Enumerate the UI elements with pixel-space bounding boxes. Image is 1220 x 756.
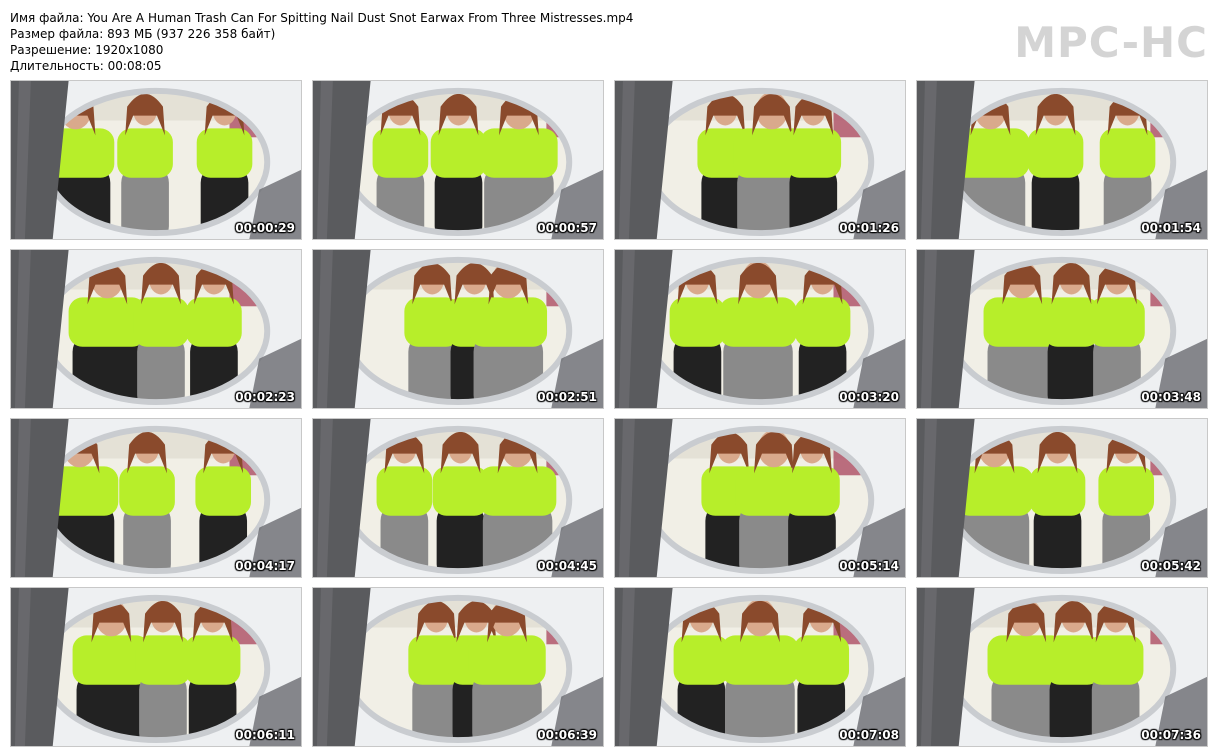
- video-thumbnail: 00:07:36: [916, 587, 1208, 747]
- video-frame-image: [615, 250, 905, 408]
- thumbnail-timestamp: 00:02:51: [537, 390, 597, 404]
- thumbnail-timestamp: 00:03:20: [839, 390, 899, 404]
- video-thumbnail: 00:06:39: [312, 587, 604, 747]
- video-thumbnail: 00:04:17: [10, 418, 302, 578]
- video-frame-image: [11, 588, 301, 746]
- video-frame-image: [917, 81, 1207, 239]
- video-thumbnail: 00:00:29: [10, 80, 302, 240]
- video-frame-image: [313, 81, 603, 239]
- thumbnail-timestamp: 00:03:48: [1141, 390, 1201, 404]
- video-thumbnail: 00:06:11: [10, 587, 302, 747]
- thumbnail-timestamp: 00:06:11: [235, 728, 295, 742]
- video-frame-image: [11, 419, 301, 577]
- video-thumbnail: 00:00:57: [312, 80, 604, 240]
- video-thumbnail: 00:02:51: [312, 249, 604, 409]
- thumbnail-timestamp: 00:01:54: [1141, 221, 1201, 235]
- video-frame-image: [615, 419, 905, 577]
- video-frame-image: [917, 588, 1207, 746]
- thumbnail-timestamp: 00:06:39: [537, 728, 597, 742]
- video-frame-image: [313, 250, 603, 408]
- thumbnail-timestamp: 00:05:42: [1141, 559, 1201, 573]
- mpc-hc-logo: MPC-HC: [1014, 18, 1208, 67]
- video-frame-image: [11, 250, 301, 408]
- video-thumbnail: 00:07:08: [614, 587, 906, 747]
- file-name: Имя файла: You Are A Human Trash Can For…: [10, 11, 634, 25]
- video-frame-image: [917, 250, 1207, 408]
- file-size: Размер файла: 893 МБ (937 226 358 байт): [10, 27, 276, 41]
- thumbnail-timestamp: 00:00:29: [235, 221, 295, 235]
- video-frame-image: [917, 419, 1207, 577]
- video-thumbnail: 00:01:54: [916, 80, 1208, 240]
- file-info: Имя файла: You Are A Human Trash Can For…: [10, 10, 633, 74]
- thumbnail-timestamp: 00:07:36: [1141, 728, 1201, 742]
- video-thumbnail: 00:01:26: [614, 80, 906, 240]
- thumbnail-grid: 00:00:29 00:00:57 00:01:26 00:01:54 00:02:23…: [10, 80, 1210, 748]
- file-resolution: Разрешение: 1920x1080: [10, 43, 164, 57]
- thumbnail-timestamp: 00:02:23: [235, 390, 295, 404]
- thumbnail-timestamp: 00:01:26: [839, 221, 899, 235]
- thumbnail-timestamp: 00:05:14: [839, 559, 899, 573]
- file-duration: Длительность: 00:08:05: [10, 59, 162, 73]
- video-thumbnail: 00:03:20: [614, 249, 906, 409]
- thumbnail-timestamp: 00:04:17: [235, 559, 295, 573]
- video-frame-image: [313, 419, 603, 577]
- thumbnail-timestamp: 00:07:08: [839, 728, 899, 742]
- video-thumbnail: 00:03:48: [916, 249, 1208, 409]
- video-frame-image: [615, 81, 905, 239]
- video-thumbnail: 00:02:23: [10, 249, 302, 409]
- video-thumbnail: 00:05:14: [614, 418, 906, 578]
- video-frame-image: [615, 588, 905, 746]
- video-thumbnail: 00:04:45: [312, 418, 604, 578]
- video-frame-image: [11, 81, 301, 239]
- thumbnail-timestamp: 00:00:57: [537, 221, 597, 235]
- video-thumbnail: 00:05:42: [916, 418, 1208, 578]
- thumbnail-timestamp: 00:04:45: [537, 559, 597, 573]
- video-frame-image: [313, 588, 603, 746]
